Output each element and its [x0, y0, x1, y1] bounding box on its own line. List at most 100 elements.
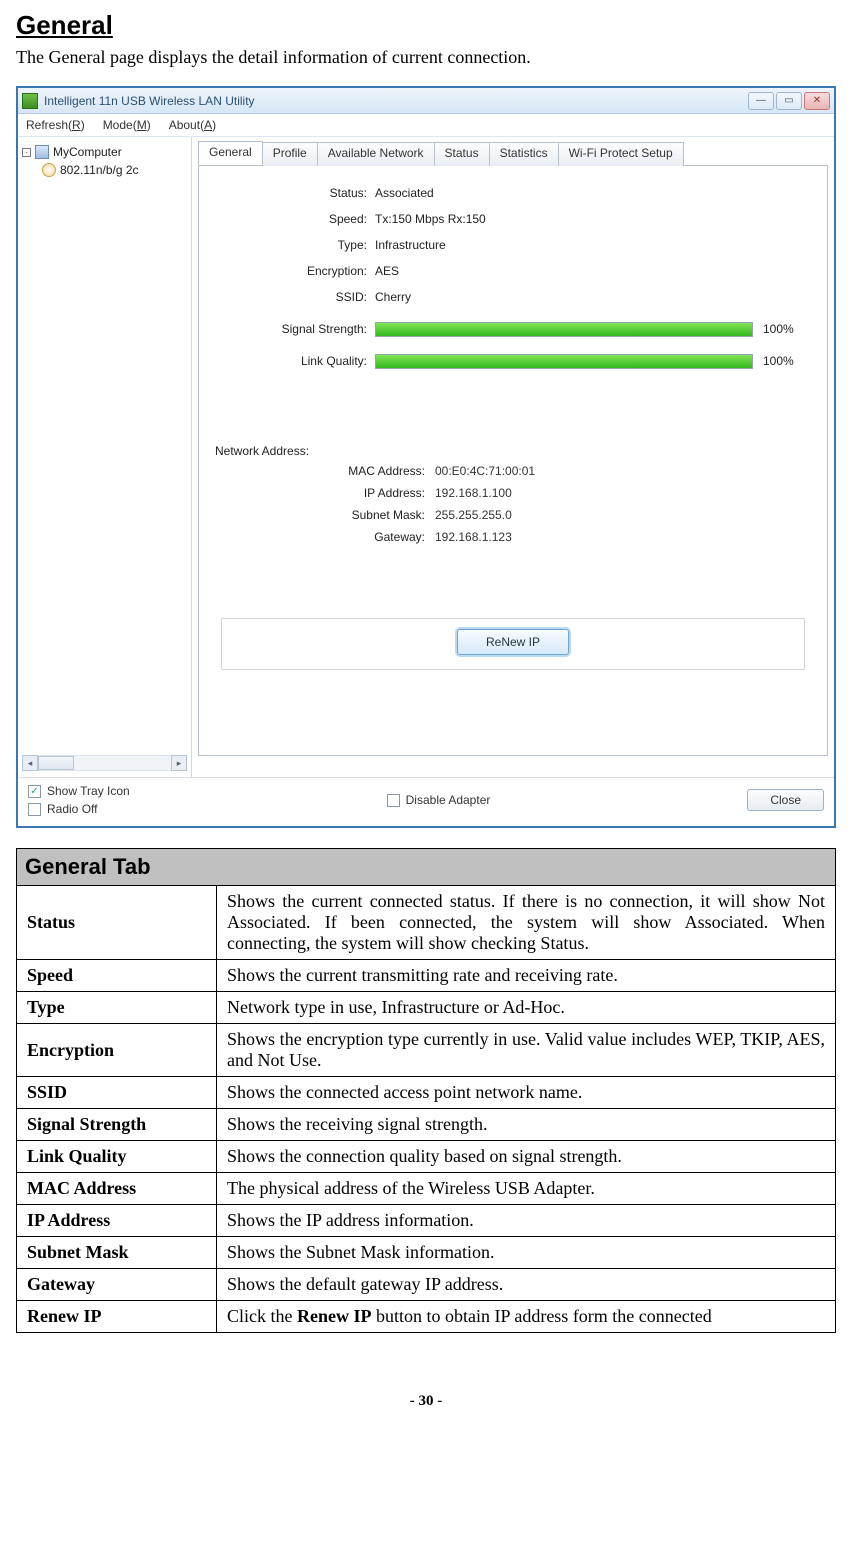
menu-mode-hotkey: M — [137, 118, 147, 132]
def-key-subnet: Subnet Mask — [17, 1237, 217, 1269]
table-row: Renew IP Click the Renew IP button to ob… — [17, 1301, 836, 1333]
menu-about-post: ) — [212, 118, 216, 132]
computer-icon — [35, 145, 49, 159]
def-val-mac: The physical address of the Wireless USB… — [217, 1173, 836, 1205]
label-network-address: Network Address: — [215, 444, 811, 458]
scroll-track[interactable] — [38, 755, 171, 771]
signal-strength-percent: 100% — [763, 322, 805, 336]
checkbox-radio-off-label: Radio Off — [47, 802, 97, 816]
label-type: Type: — [215, 238, 375, 252]
renew-desc-bold: Renew IP — [297, 1306, 372, 1326]
close-window-button[interactable]: ✕ — [804, 92, 830, 110]
maximize-button[interactable]: ▭ — [776, 92, 802, 110]
label-status: Status: — [215, 186, 375, 200]
checkbox-disable-adapter-label: Disable Adapter — [406, 793, 491, 807]
menu-mode-post: ) — [147, 118, 151, 132]
table-row: StatusShows the current connected status… — [17, 886, 836, 960]
label-speed: Speed: — [215, 212, 375, 226]
def-key-renew-ip: Renew IP — [17, 1301, 217, 1333]
label-ssid: SSID: — [215, 290, 375, 304]
general-tab-definition-table: General Tab StatusShows the current conn… — [16, 848, 836, 1333]
checkbox-disable-adapter[interactable]: Disable Adapter — [387, 793, 491, 807]
checkbox-show-tray[interactable]: ✓ Show Tray Icon — [28, 784, 130, 798]
page-number: - 30 - — [16, 1393, 836, 1410]
def-val-subnet: Shows the Subnet Mask information. — [217, 1237, 836, 1269]
tree-adapter[interactable]: 802.11n/b/g 2c — [22, 161, 189, 179]
tab-statistics[interactable]: Statistics — [489, 142, 559, 166]
table-row: IP AddressShows the IP address informati… — [17, 1205, 836, 1237]
minimize-button[interactable]: — — [748, 92, 774, 110]
def-val-signal: Shows the receiving signal strength. — [217, 1109, 836, 1141]
table-row: SSIDShows the connected access point net… — [17, 1077, 836, 1109]
tab-general[interactable]: General — [198, 141, 263, 165]
def-key-ssid: SSID — [17, 1077, 217, 1109]
table-row: GatewayShows the default gateway IP addr… — [17, 1269, 836, 1301]
window-title: Intelligent 11n USB Wireless LAN Utility — [44, 94, 748, 108]
renew-desc-pre: Click the — [227, 1306, 297, 1326]
scroll-thumb[interactable] — [38, 756, 74, 770]
table-row: Signal StrengthShows the receiving signa… — [17, 1109, 836, 1141]
collapse-icon[interactable]: - — [22, 148, 31, 157]
scroll-left-icon[interactable]: ◂ — [22, 755, 38, 771]
value-gateway: 192.168.1.123 — [435, 530, 512, 544]
def-key-gateway: Gateway — [17, 1269, 217, 1301]
checkbox-show-tray-label: Show Tray Icon — [47, 784, 130, 798]
tree-horizontal-scrollbar[interactable]: ◂ ▸ — [22, 755, 187, 771]
menu-about[interactable]: About(A) — [169, 118, 216, 132]
tab-panel-general: Status: Associated Speed: Tx:150 Mbps Rx… — [198, 166, 828, 756]
label-ip: IP Address: — [215, 486, 435, 500]
label-subnet: Subnet Mask: — [215, 508, 435, 522]
def-key-signal: Signal Strength — [17, 1109, 217, 1141]
table-row: TypeNetwork type in use, Infrastructure … — [17, 992, 836, 1024]
menu-about-pre: About( — [169, 118, 204, 132]
menu-refresh-post: ) — [81, 118, 85, 132]
tab-profile[interactable]: Profile — [262, 142, 318, 166]
def-key-speed: Speed — [17, 960, 217, 992]
window-footer: ✓ Show Tray Icon Radio Off Disable Adapt… — [18, 777, 834, 826]
app-icon — [22, 93, 38, 109]
label-mac: MAC Address: — [215, 464, 435, 478]
tabstrip: General Profile Available Network Status… — [198, 141, 828, 166]
def-val-status: Shows the current connected status. If t… — [217, 886, 836, 960]
menu-mode-pre: Mode( — [103, 118, 137, 132]
tree-root[interactable]: - MyComputer — [22, 143, 189, 161]
check-icon: ✓ — [28, 785, 41, 798]
unchecked-icon — [28, 803, 41, 816]
menu-mode[interactable]: Mode(M) — [103, 118, 151, 132]
checkbox-radio-off[interactable]: Radio Off — [28, 802, 130, 816]
value-mac: 00:E0:4C:71:00:01 — [435, 464, 535, 478]
def-val-encryption: Shows the encryption type currently in u… — [217, 1024, 836, 1077]
def-key-encryption: Encryption — [17, 1024, 217, 1077]
device-tree: - MyComputer 802.11n/b/g 2c ◂ ▸ — [18, 137, 192, 777]
tree-root-label: MyComputer — [53, 145, 122, 159]
label-link-quality: Link Quality: — [215, 354, 375, 368]
label-gateway: Gateway: — [215, 530, 435, 544]
table-row: MAC AddressThe physical address of the W… — [17, 1173, 836, 1205]
def-val-ip: Shows the IP address information. — [217, 1205, 836, 1237]
table-row: SpeedShows the current transmitting rate… — [17, 960, 836, 992]
section-heading: General — [16, 10, 836, 41]
value-speed: Tx:150 Mbps Rx:150 — [375, 212, 486, 226]
tab-wps[interactable]: Wi-Fi Protect Setup — [558, 142, 684, 166]
tab-status[interactable]: Status — [434, 142, 490, 166]
tree-adapter-label: 802.11n/b/g 2c — [60, 163, 139, 177]
value-type: Infrastructure — [375, 238, 446, 252]
scroll-right-icon[interactable]: ▸ — [171, 755, 187, 771]
value-ip: 192.168.1.100 — [435, 486, 512, 500]
def-val-type: Network type in use, Infrastructure or A… — [217, 992, 836, 1024]
unchecked-icon — [387, 794, 400, 807]
table-row: Link QualityShows the connection quality… — [17, 1141, 836, 1173]
menubar: Refresh(R) Mode(M) About(A) — [18, 114, 834, 137]
menu-refresh-hotkey: R — [72, 118, 81, 132]
renew-ip-button[interactable]: ReNew IP — [457, 629, 569, 655]
close-button[interactable]: Close — [747, 789, 824, 811]
adapter-icon — [42, 163, 56, 177]
def-key-mac: MAC Address — [17, 1173, 217, 1205]
value-status: Associated — [375, 186, 434, 200]
tab-available-network[interactable]: Available Network — [317, 142, 435, 166]
def-val-speed: Shows the current transmitting rate and … — [217, 960, 836, 992]
menu-refresh[interactable]: Refresh(R) — [26, 118, 85, 132]
def-key-status: Status — [17, 886, 217, 960]
value-subnet: 255.255.255.0 — [435, 508, 512, 522]
value-encryption: AES — [375, 264, 399, 278]
